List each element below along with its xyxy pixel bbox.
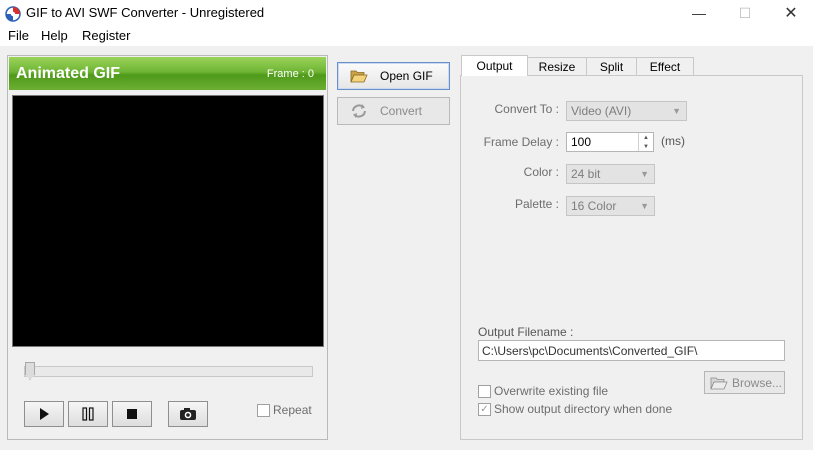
spin-up-icon[interactable]: ▲ xyxy=(639,133,653,142)
chevron-down-icon: ▼ xyxy=(640,201,649,211)
title-bar: GIF to AVI SWF Converter - Unregistered … xyxy=(0,0,813,26)
color-select[interactable]: 24 bit ▼ xyxy=(566,164,655,184)
gif-preview xyxy=(12,95,324,347)
stop-icon xyxy=(127,409,137,419)
color-value: 24 bit xyxy=(571,167,601,181)
tab-split-label: Split xyxy=(599,60,624,74)
browse-button[interactable]: Browse... xyxy=(704,371,785,394)
output-filename-value: C:\Users\pc\Documents\Converted_GIF\ xyxy=(482,343,698,358)
convert-to-select[interactable]: Video (AVI) ▼ xyxy=(566,101,687,121)
output-filename-label: Output Filename : xyxy=(478,325,574,339)
convert-button[interactable]: Convert xyxy=(337,97,450,125)
close-button[interactable]: ✕ xyxy=(768,0,813,26)
stop-button[interactable] xyxy=(112,401,152,427)
frame-delay-unit: (ms) xyxy=(661,134,685,148)
show-dir-label: Show output directory when done xyxy=(494,402,673,416)
app-icon xyxy=(5,6,21,22)
play-button[interactable] xyxy=(24,401,64,427)
snapshot-button[interactable] xyxy=(168,401,208,427)
close-icon: ✕ xyxy=(784,5,798,22)
overwrite-toggle[interactable]: Overwrite existing file xyxy=(478,384,608,398)
frame-delay-label: Frame Delay : xyxy=(483,135,559,149)
overwrite-label: Overwrite existing file xyxy=(494,384,609,398)
maximize-icon: ☐ xyxy=(738,4,752,21)
preview-panel: Animated GIF Frame : 0 Repeat xyxy=(7,55,328,440)
browse-label: Browse... xyxy=(732,375,783,390)
color-label: Color : xyxy=(523,165,559,179)
repeat-label: Repeat xyxy=(273,403,312,417)
open-gif-label: Open GIF xyxy=(380,69,433,83)
palette-label: Palette : xyxy=(514,197,559,211)
folder-open-icon xyxy=(350,70,368,83)
maximize-button[interactable]: ☐ xyxy=(722,0,768,26)
spin-down-icon[interactable]: ▼ xyxy=(639,142,653,151)
chevron-down-icon: ▼ xyxy=(672,106,681,116)
palette-value: 16 Color xyxy=(571,199,617,213)
play-icon xyxy=(40,408,49,420)
convert-to-value: Video (AVI) xyxy=(571,104,632,118)
frame-delay-spin[interactable]: ▲ ▼ xyxy=(638,133,653,151)
folder-icon xyxy=(710,377,728,389)
output-filename-input[interactable]: C:\Users\pc\Documents\Converted_GIF\ xyxy=(478,340,785,361)
tab-split[interactable]: Split xyxy=(586,57,637,76)
camera-icon xyxy=(180,408,196,420)
tab-output[interactable]: Output xyxy=(461,55,528,76)
tab-resize[interactable]: Resize xyxy=(527,57,587,76)
frame-slider-track[interactable] xyxy=(24,366,313,377)
minimize-button[interactable]: — xyxy=(676,0,722,26)
gif-header-title: Animated GIF xyxy=(16,65,121,82)
frame-counter: Frame : 0 xyxy=(266,68,314,80)
tab-output-label: Output xyxy=(476,59,513,73)
show-dir-checkbox[interactable]: ✓ xyxy=(478,402,491,416)
menu-help[interactable]: Help xyxy=(41,28,68,43)
tab-effect[interactable]: Effect xyxy=(636,57,694,76)
tab-effect-label: Effect xyxy=(649,60,681,74)
menu-register[interactable]: Register xyxy=(82,28,130,43)
menu-file[interactable]: File xyxy=(8,28,29,43)
overwrite-checkbox[interactable] xyxy=(478,384,491,398)
pause-icon xyxy=(82,407,94,421)
show-dir-toggle[interactable]: ✓ Show output directory when done xyxy=(478,402,672,416)
chevron-down-icon: ▼ xyxy=(640,169,649,179)
convert-label: Convert xyxy=(380,104,423,118)
repeat-checkbox[interactable] xyxy=(257,403,270,417)
tab-resize-label: Resize xyxy=(538,60,576,74)
minimize-icon: — xyxy=(692,5,706,21)
repeat-toggle[interactable]: Repeat xyxy=(257,403,312,417)
convert-icon xyxy=(352,104,366,118)
frame-slider-thumb[interactable] xyxy=(25,362,35,380)
menu-bar: File Help Register xyxy=(0,26,813,46)
frame-delay-value: 100 xyxy=(571,135,592,149)
convert-to-label: Convert To : xyxy=(494,102,559,116)
open-gif-button[interactable]: Open GIF xyxy=(337,62,450,90)
gif-header: Animated GIF Frame : 0 xyxy=(9,57,326,90)
pause-button[interactable] xyxy=(68,401,108,427)
window-title: GIF to AVI SWF Converter - Unregistered xyxy=(26,5,265,20)
palette-select[interactable]: 16 Color ▼ xyxy=(566,196,655,216)
frame-delay-stepper[interactable]: 100 ▲ ▼ xyxy=(566,132,654,152)
